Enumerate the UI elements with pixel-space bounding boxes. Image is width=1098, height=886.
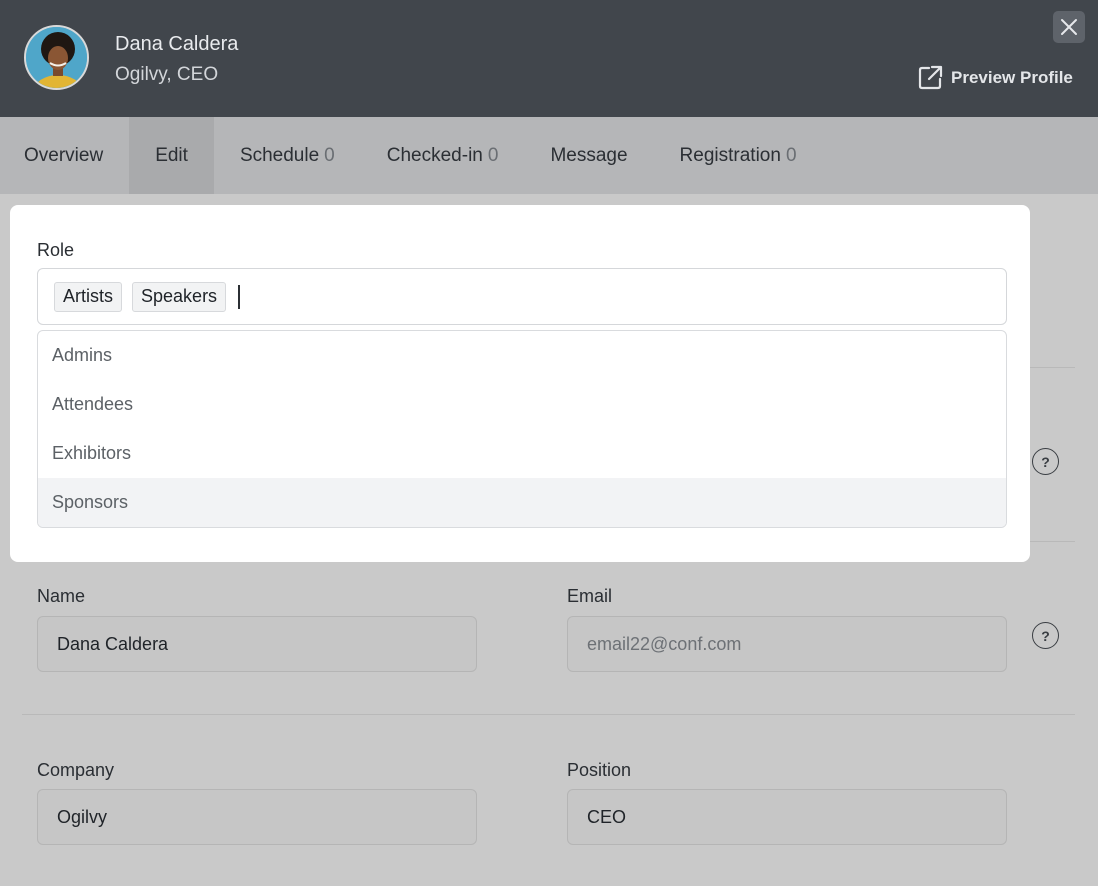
section-divider <box>22 714 1075 715</box>
text-cursor <box>238 284 241 309</box>
external-link-icon <box>918 65 943 90</box>
role-option-attendees[interactable]: Attendees <box>38 380 1006 429</box>
tab-message[interactable]: Message <box>524 117 653 194</box>
tab-checked-in[interactable]: Checked-in 0 <box>361 117 525 194</box>
role-chip-artists[interactable]: Artists <box>54 281 123 312</box>
preview-profile-label: Preview Profile <box>951 67 1073 87</box>
name-label: Name <box>37 586 86 606</box>
tab-count: 0 <box>487 144 499 166</box>
tab-count: 0 <box>785 144 797 166</box>
help-icon[interactable]: ? <box>1032 448 1059 475</box>
tab-count: 0 <box>324 144 335 166</box>
role-option-admins[interactable]: Admins <box>38 331 1006 380</box>
email-label: Email <box>567 586 613 606</box>
tab-label: Overview <box>24 144 104 166</box>
tab-label: Schedule <box>239 144 320 166</box>
help-icon[interactable]: ? <box>1032 622 1059 649</box>
close-button[interactable] <box>1053 11 1085 43</box>
tab-edit[interactable]: Edit <box>129 117 214 194</box>
role-option-sponsors[interactable]: Sponsors <box>38 478 1006 527</box>
name-field[interactable]: Dana Caldera <box>37 616 477 672</box>
tab-registration[interactable]: Registration 0 <box>654 117 823 194</box>
profile-header: Dana Caldera Ogilvy, CEO Preview Profile <box>0 0 1098 117</box>
role-label: Role <box>37 240 75 260</box>
avatar-portrait <box>26 27 87 88</box>
tab-label: Message <box>550 144 628 166</box>
tab-label: Registration <box>679 144 781 166</box>
company-label: Company <box>37 760 115 780</box>
profile-name: Dana Caldera <box>115 33 239 55</box>
role-input[interactable]: Artists Speakers <box>37 268 1007 325</box>
tab-label: Edit <box>155 144 188 166</box>
position-field[interactable]: CEO <box>567 789 1007 845</box>
profile-tabs: Overview Edit Schedule 0 Checked-in 0 Me… <box>0 117 1098 194</box>
tab-overview[interactable]: Overview <box>0 117 129 194</box>
tab-schedule[interactable]: Schedule 0 <box>214 117 361 194</box>
position-label: Position <box>567 760 632 780</box>
tab-label: Checked-in <box>386 144 483 166</box>
email-field[interactable]: email22@conf.com <box>567 616 1007 672</box>
close-icon <box>1061 19 1077 35</box>
role-dropdown: Admins Attendees Exhibitors Sponsors <box>37 330 1007 528</box>
role-panel: Role Artists Speakers Admins Attendees E… <box>10 205 1030 562</box>
avatar <box>24 25 89 90</box>
role-chip-speakers[interactable]: Speakers <box>132 281 227 312</box>
preview-profile-link[interactable]: Preview Profile <box>917 64 1073 91</box>
profile-subtitle: Ogilvy, CEO <box>115 64 219 85</box>
company-field[interactable]: Ogilvy <box>37 789 477 845</box>
role-option-exhibitors[interactable]: Exhibitors <box>38 429 1006 478</box>
